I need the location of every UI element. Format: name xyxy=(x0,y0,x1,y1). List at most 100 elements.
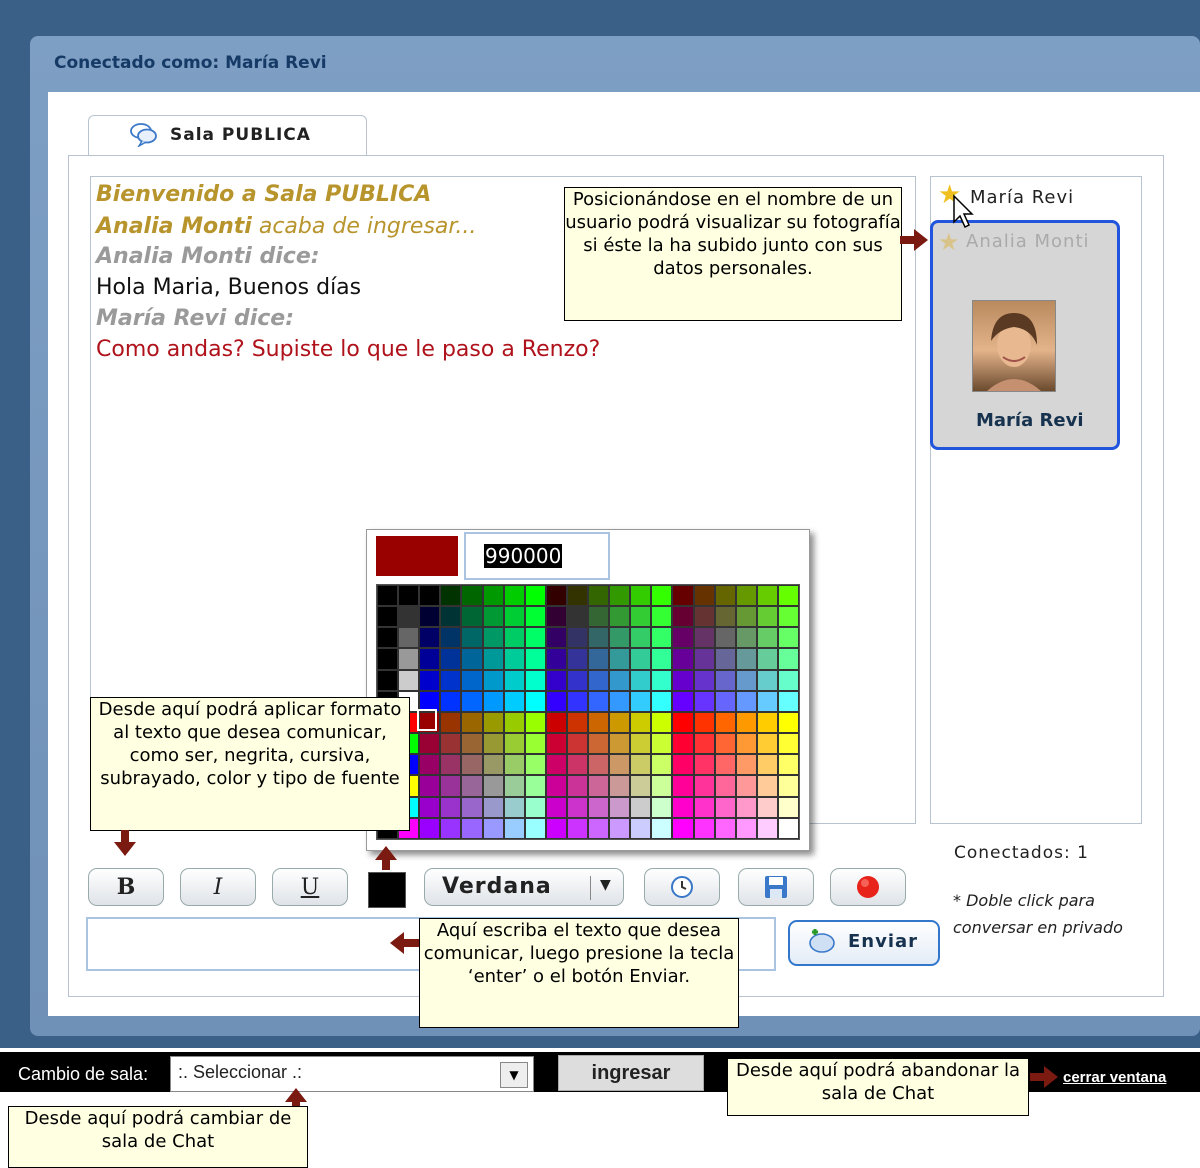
color-cell[interactable] xyxy=(672,585,694,607)
color-cell[interactable] xyxy=(756,627,778,649)
color-cell[interactable] xyxy=(524,648,546,670)
color-cell[interactable] xyxy=(672,606,694,628)
color-cell[interactable] xyxy=(566,817,588,839)
color-cell[interactable] xyxy=(693,585,715,607)
color-cell[interactable] xyxy=(588,627,610,649)
color-cell[interactable] xyxy=(440,754,462,776)
color-cell[interactable] xyxy=(588,690,610,712)
color-cell[interactable] xyxy=(566,606,588,628)
color-cell[interactable] xyxy=(440,606,462,628)
color-cell[interactable] xyxy=(545,711,567,734)
color-cell[interactable] xyxy=(545,775,567,797)
record-button[interactable] xyxy=(830,868,906,906)
color-cell[interactable] xyxy=(419,648,441,670)
color-cell[interactable] xyxy=(651,627,673,649)
color-cell[interactable] xyxy=(524,733,546,755)
color-cell[interactable] xyxy=(630,733,652,755)
color-cell[interactable] xyxy=(461,669,483,691)
color-cell[interactable] xyxy=(482,627,504,649)
color-cell[interactable] xyxy=(756,796,778,818)
color-cell[interactable] xyxy=(461,648,483,670)
user-list-item[interactable]: Analia Monti xyxy=(966,231,1090,252)
color-cell[interactable] xyxy=(503,775,525,797)
color-cell[interactable] xyxy=(419,754,441,776)
color-cell[interactable] xyxy=(377,627,399,649)
color-cell[interactable] xyxy=(693,690,715,712)
color-palette[interactable] xyxy=(376,584,800,840)
color-cell[interactable] xyxy=(756,648,778,670)
color-cell[interactable] xyxy=(461,690,483,712)
color-cell[interactable] xyxy=(777,606,799,628)
color-cell[interactable] xyxy=(672,711,694,734)
color-cell[interactable] xyxy=(588,733,610,755)
color-cell[interactable] xyxy=(482,733,504,755)
color-cell[interactable] xyxy=(735,585,757,607)
color-cell[interactable] xyxy=(419,606,441,628)
color-cell[interactable] xyxy=(440,711,462,734)
color-cell[interactable] xyxy=(482,775,504,797)
color-cell[interactable] xyxy=(756,606,778,628)
color-cell[interactable] xyxy=(482,754,504,776)
color-cell[interactable] xyxy=(777,796,799,818)
color-cell[interactable] xyxy=(566,711,588,734)
color-cell[interactable] xyxy=(524,754,546,776)
color-cell[interactable] xyxy=(609,711,631,734)
color-cell[interactable] xyxy=(777,711,799,734)
color-cell[interactable] xyxy=(693,648,715,670)
italic-button[interactable]: I xyxy=(180,868,256,906)
color-cell[interactable] xyxy=(461,711,483,734)
color-cell[interactable] xyxy=(735,754,757,776)
color-cell[interactable] xyxy=(777,817,799,839)
close-window-link[interactable]: cerrar ventana xyxy=(1063,1069,1166,1086)
color-cell[interactable] xyxy=(630,711,652,734)
color-cell[interactable] xyxy=(714,796,736,818)
color-cell[interactable] xyxy=(735,606,757,628)
save-button[interactable] xyxy=(738,868,814,906)
color-cell[interactable] xyxy=(777,669,799,691)
color-cell[interactable] xyxy=(756,817,778,839)
color-cell[interactable] xyxy=(377,648,399,670)
color-cell[interactable] xyxy=(735,711,757,734)
color-cell[interactable] xyxy=(672,733,694,755)
selected-color-cell[interactable] xyxy=(417,709,437,731)
color-cell[interactable] xyxy=(630,648,652,670)
color-cell[interactable] xyxy=(482,711,504,734)
color-cell[interactable] xyxy=(440,669,462,691)
color-cell[interactable] xyxy=(630,669,652,691)
color-cell[interactable] xyxy=(503,606,525,628)
color-cell[interactable] xyxy=(777,754,799,776)
color-cell[interactable] xyxy=(651,754,673,776)
color-cell[interactable] xyxy=(461,817,483,839)
color-cell[interactable] xyxy=(524,669,546,691)
color-cell[interactable] xyxy=(714,627,736,649)
color-cell[interactable] xyxy=(545,585,567,607)
underline-button[interactable]: U xyxy=(272,868,348,906)
color-cell[interactable] xyxy=(756,775,778,797)
color-cell[interactable] xyxy=(777,627,799,649)
color-cell[interactable] xyxy=(735,775,757,797)
color-cell[interactable] xyxy=(714,606,736,628)
color-cell[interactable] xyxy=(735,669,757,691)
color-cell[interactable] xyxy=(398,669,420,691)
color-cell[interactable] xyxy=(482,796,504,818)
color-cell[interactable] xyxy=(566,648,588,670)
color-cell[interactable] xyxy=(777,690,799,712)
color-cell[interactable] xyxy=(419,585,441,607)
color-cell[interactable] xyxy=(714,648,736,670)
color-cell[interactable] xyxy=(735,733,757,755)
color-cell[interactable] xyxy=(440,796,462,818)
color-cell[interactable] xyxy=(440,627,462,649)
color-cell[interactable] xyxy=(566,754,588,776)
color-cell[interactable] xyxy=(588,648,610,670)
color-cell[interactable] xyxy=(482,606,504,628)
color-cell[interactable] xyxy=(503,627,525,649)
color-cell[interactable] xyxy=(377,606,399,628)
color-cell[interactable] xyxy=(461,606,483,628)
color-cell[interactable] xyxy=(672,775,694,797)
bold-button[interactable]: B xyxy=(88,868,164,906)
color-cell[interactable] xyxy=(630,606,652,628)
color-cell[interactable] xyxy=(693,754,715,776)
color-cell[interactable] xyxy=(545,648,567,670)
color-cell[interactable] xyxy=(588,754,610,776)
color-cell[interactable] xyxy=(461,627,483,649)
